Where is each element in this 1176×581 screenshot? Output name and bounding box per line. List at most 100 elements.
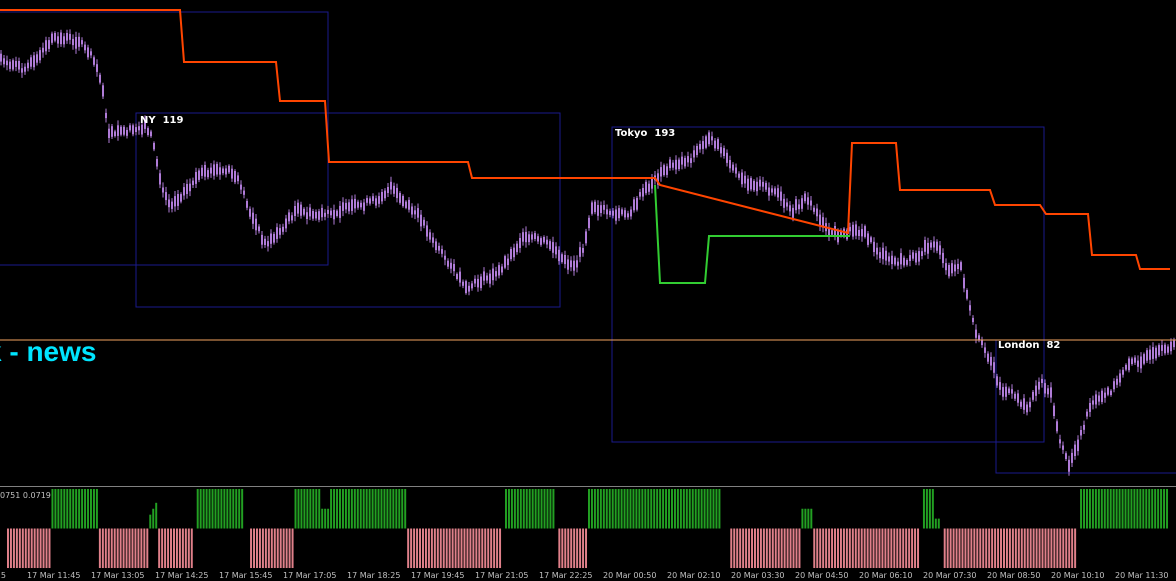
histogram-bar-up [371, 488, 374, 529]
candle-body [189, 183, 191, 192]
candle-body [21, 68, 23, 73]
histogram-bar-down [914, 528, 917, 569]
histogram-bar-up [330, 488, 333, 529]
histogram-bar-down [21, 528, 24, 569]
histogram-bar-up [365, 488, 368, 529]
histogram-bar-up [315, 488, 318, 529]
histogram-bar-up [1086, 488, 1088, 529]
candle-body [45, 40, 47, 52]
candle-body [669, 159, 671, 169]
candle-body [1167, 346, 1169, 353]
histogram-bar-down [190, 528, 193, 569]
time-tick-label: 20 Mar 04:50 [795, 571, 849, 580]
price-chart[interactable] [0, 0, 1176, 486]
time-axis: 0:25 17 Mar 11:45 17 Mar 13:05 17 Mar 14:25… [0, 570, 1176, 581]
histogram-bar-down [860, 528, 863, 569]
histogram-bar-down [842, 528, 845, 569]
candle-body [120, 126, 122, 135]
candle-body [882, 247, 884, 260]
histogram-bar-down [970, 528, 973, 569]
candle-body [270, 233, 272, 244]
candle-body [543, 237, 545, 243]
candle-body [459, 271, 461, 283]
time-tick-label: 20 Mar 00:50 [603, 571, 657, 580]
candle-body [570, 260, 572, 268]
candle-body [393, 185, 395, 194]
histogram-bar-up [321, 508, 324, 529]
candle-body [1161, 345, 1163, 351]
histogram-bar-up [1124, 488, 1127, 529]
candle-body [597, 205, 599, 216]
histogram-bar-down [561, 528, 564, 569]
candle-body [996, 376, 998, 386]
histogram-bar-up [697, 488, 700, 529]
histogram-bar-down [9, 528, 12, 569]
time-tick-label: 17 Mar 22:25 [539, 571, 593, 580]
histogram-bar-down [780, 528, 783, 569]
histogram-bar-up [668, 488, 671, 529]
candle-body [411, 206, 413, 215]
candle-body [912, 252, 914, 259]
histogram-bar-up [505, 488, 507, 529]
histogram-bar-down [285, 528, 288, 569]
histogram-bar-up [691, 488, 694, 529]
candle-body [801, 198, 803, 209]
histogram-bar-down [765, 528, 768, 569]
candle-body [606, 209, 608, 215]
histogram-bar-up [57, 488, 60, 529]
candle-body [645, 181, 647, 194]
histogram-bar-up [1115, 488, 1118, 529]
histogram-indicator-panel[interactable] [0, 486, 1176, 570]
candle-body [201, 167, 203, 176]
candle-body [279, 228, 281, 235]
histogram-bar-down [1074, 528, 1077, 569]
histogram-bar-down [988, 528, 991, 569]
candle-body [672, 162, 674, 168]
histogram-bar-down [875, 528, 878, 569]
histogram-bar-up [635, 488, 638, 529]
candle-body [162, 187, 164, 193]
candle-body [927, 242, 929, 254]
histogram-bar-up [1112, 488, 1115, 529]
histogram-bar-down [1035, 528, 1038, 569]
histogram-bar-up [1094, 488, 1097, 529]
histogram-bar-down [279, 528, 282, 569]
candle-body [729, 160, 731, 169]
histogram-bar-up [534, 488, 537, 529]
candle-body [477, 278, 479, 288]
candle-body [135, 127, 137, 132]
histogram-bar-down [751, 528, 754, 569]
histogram-bar-up [196, 488, 199, 529]
candle-body [1128, 358, 1130, 371]
histogram-bar-up [638, 488, 641, 529]
histogram-bar-down [137, 528, 140, 569]
candle-body [552, 242, 554, 253]
histogram-bar-up [1088, 488, 1091, 529]
candle-body [792, 207, 794, 218]
candle-body [150, 131, 152, 137]
candle-body [408, 199, 410, 210]
histogram-bar-down [1071, 528, 1074, 569]
candle-body [909, 255, 911, 261]
candle-body [390, 181, 392, 190]
histogram-bar-down [854, 528, 857, 569]
candle-body [6, 60, 8, 66]
candle-body [636, 197, 638, 210]
candle-body [483, 271, 485, 281]
histogram-bar-down [107, 528, 110, 569]
histogram-bar-up [359, 488, 362, 529]
candle-body [171, 201, 173, 209]
candle-body [267, 241, 269, 247]
histogram-bar-up [380, 488, 383, 529]
candle-body [501, 266, 503, 273]
histogram-bar-up [309, 488, 312, 529]
candle-body [369, 198, 371, 204]
histogram-bar-up [344, 488, 347, 529]
histogram-bar-up [368, 488, 371, 529]
histogram-bar-up [531, 488, 534, 529]
candle-body [585, 231, 587, 244]
histogram-bar-up [549, 488, 552, 529]
candle-body [1092, 400, 1094, 405]
candle-body [99, 74, 101, 83]
candle-body [51, 33, 53, 43]
